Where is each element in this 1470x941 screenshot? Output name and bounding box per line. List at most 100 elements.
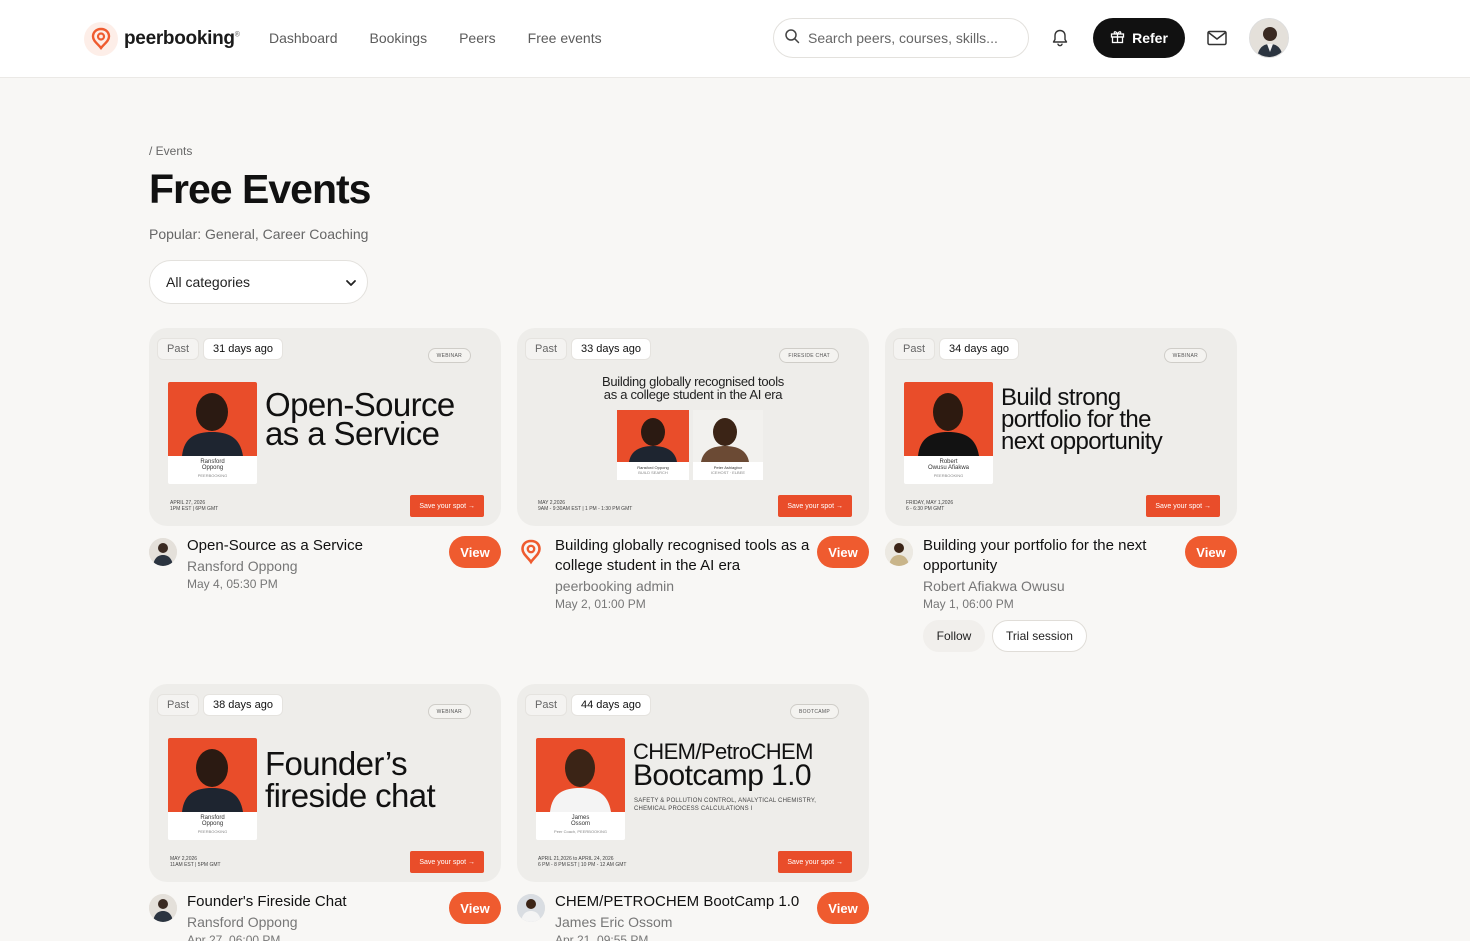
- event-host[interactable]: Robert Afiakwa Owusu: [923, 576, 1185, 596]
- host-avatar: [517, 894, 545, 922]
- speaker-photo: James Ossom Peer Coach, PEERBOOKING: [536, 738, 625, 840]
- event-date: Apr 21, 09:55 PM: [555, 933, 649, 941]
- event-date: May 4, 05:30 PM: [187, 577, 278, 591]
- event-thumbnail[interactable]: Past 44 days ago BOOTCAMP James Ossom Peer…: [517, 684, 869, 882]
- event-host[interactable]: Ransford Oppong: [187, 556, 449, 576]
- thumbnail-title: Open-Source as a Service: [265, 386, 455, 452]
- host-avatar: [149, 538, 177, 566]
- view-button[interactable]: View: [449, 536, 501, 568]
- save-spot-graphic: Save your spot →: [410, 495, 484, 517]
- event-date: Apr 27, 06:00 PM: [187, 933, 281, 941]
- breadcrumb[interactable]: / Events: [149, 144, 192, 158]
- event-thumbnail[interactable]: Past 31 days ago WEBINAR Ransford Oppong P…: [149, 328, 501, 526]
- event-type-tag: FIRESIDE CHAT: [779, 348, 839, 363]
- event-info: CHEM/PETROCHEM BootCamp 1.0 James Eric O…: [555, 892, 817, 941]
- search-input[interactable]: [808, 30, 1008, 46]
- follow-button[interactable]: Follow: [923, 620, 985, 652]
- top-navigation-bar: peerbooking® Dashboard Bookings Peers Fr…: [0, 0, 1470, 78]
- thumbnail-date: APRIL 21,2026 to APRIL 24, 2026 6 PM - 8 …: [538, 856, 627, 868]
- view-button[interactable]: View: [1185, 536, 1237, 568]
- event-card: Past 33 days ago FIRESIDE CHAT Building …: [517, 328, 869, 616]
- speaker-last-name: Oppong: [201, 821, 224, 827]
- event-date: May 2, 01:00 PM: [555, 597, 646, 611]
- status-badge: Past: [525, 694, 568, 716]
- event-card: Past 38 days ago WEBINAR Ransford Oppong P…: [149, 684, 501, 941]
- thumbnail-date: MAY 2,2026 9AM - 9:30AM EST | 1 PM - 1:30…: [538, 500, 633, 512]
- event-title[interactable]: Building globally recognised tools as a …: [555, 536, 817, 576]
- event-type-tag: WEBINAR: [1163, 348, 1207, 363]
- days-ago-badge: 31 days ago: [203, 338, 283, 360]
- event-title[interactable]: Building your portfolio for the next opp…: [923, 536, 1185, 576]
- event-thumbnail[interactable]: Past 38 days ago WEBINAR Ransford Oppong P…: [149, 684, 501, 882]
- speaker-photo: Robert Owusu Afiakwa PEERBOOKING: [904, 382, 993, 484]
- event-title[interactable]: Founder's Fireside Chat: [187, 892, 449, 912]
- category-select[interactable]: All categories: [149, 260, 368, 304]
- thumbnail-title: Building globally recognised tools as a c…: [601, 374, 785, 402]
- save-spot-graphic: Save your spot →: [1146, 495, 1220, 517]
- brand-name: peerbooking®: [124, 28, 240, 49]
- days-ago-badge: 34 days ago: [939, 338, 1019, 360]
- thumbnail-date: MAY 2,2026 11AM EST | 5PM GMT: [170, 856, 221, 868]
- days-ago-badge: 44 days ago: [571, 694, 651, 716]
- thumbnail-subtitle: SAFETY & POLLUTION CONTROL, ANALYTICAL C…: [634, 798, 817, 812]
- status-badge: Past: [525, 338, 568, 360]
- event-title[interactable]: Open-Source as a Service: [187, 536, 449, 556]
- trial-session-button[interactable]: Trial session: [992, 620, 1087, 652]
- event-info: Building globally recognised tools as a …: [555, 536, 817, 612]
- thumbnail-date: APRIL 27, 2026 1PM EST | 6PM GMT: [170, 500, 219, 512]
- speaker-photo: Ransford Oppong BUILD SEARCH: [617, 410, 689, 480]
- search-icon: [784, 28, 800, 49]
- brand-logo[interactable]: peerbooking®: [84, 22, 240, 56]
- speaker-photo: Peter Ashiagbor ICEHOST · ELBEE: [693, 410, 763, 480]
- view-button[interactable]: View: [449, 892, 501, 924]
- status-badge: Past: [157, 338, 200, 360]
- speaker-last-name: Oppong: [201, 465, 224, 471]
- chevron-down-icon: [345, 274, 357, 290]
- nav-bookings[interactable]: Bookings: [370, 30, 428, 46]
- speaker-last-name: Ossom: [570, 821, 590, 827]
- messages-mail-icon[interactable]: [1206, 28, 1228, 53]
- popular-categories: Popular: General, Career Coaching: [149, 226, 369, 242]
- event-host[interactable]: peerbooking admin: [555, 576, 817, 596]
- view-button[interactable]: View: [817, 536, 869, 568]
- view-button[interactable]: View: [817, 892, 869, 924]
- event-date: May 1, 06:00 PM: [923, 597, 1014, 611]
- speaker-org: PEERBOOKING: [197, 473, 228, 478]
- event-title[interactable]: CHEM/PETROCHEM BootCamp 1.0: [555, 892, 817, 912]
- refer-button[interactable]: Refer: [1093, 18, 1185, 58]
- event-card: Past 44 days ago BOOTCAMP James Ossom Peer…: [517, 684, 869, 941]
- main-nav: Dashboard Bookings Peers Free events: [269, 30, 602, 46]
- event-thumbnail[interactable]: Past 33 days ago FIRESIDE CHAT Building …: [517, 328, 869, 526]
- peerbooking-logo-icon: [517, 538, 545, 566]
- event-card: Past 34 days ago WEBINAR Robert Owusu Afi…: [885, 328, 1237, 652]
- user-avatar[interactable]: [1249, 18, 1289, 58]
- refer-label: Refer: [1132, 30, 1168, 46]
- days-ago-badge: 38 days ago: [203, 694, 283, 716]
- event-type-tag: BOOTCAMP: [789, 704, 839, 719]
- status-badge: Past: [893, 338, 936, 360]
- event-thumbnail[interactable]: Past 34 days ago WEBINAR Robert Owusu Afi…: [885, 328, 1237, 526]
- peerbooking-logo-icon: [84, 22, 118, 56]
- search-box: [773, 18, 1029, 58]
- thumbnail-title: Founder’s fireside chat: [265, 745, 436, 814]
- speaker-photo: Ransford Oppong PEERBOOKING: [168, 738, 257, 840]
- event-type-tag: WEBINAR: [427, 348, 471, 363]
- event-host[interactable]: Ransford Oppong: [187, 912, 449, 932]
- speaker-org: PEERBOOKING: [933, 473, 964, 478]
- host-avatar: [885, 538, 913, 566]
- nav-dashboard[interactable]: Dashboard: [269, 30, 338, 46]
- speaker-last-name: Owusu Afiakwa: [927, 465, 970, 471]
- host-avatar: [149, 894, 177, 922]
- speaker-org: PEERBOOKING: [197, 829, 228, 834]
- event-host[interactable]: James Eric Ossom: [555, 912, 817, 932]
- thumbnail-title: CHEM/PetroCHEM Bootcamp 1.0: [633, 739, 813, 792]
- event-type-tag: WEBINAR: [427, 704, 471, 719]
- event-card: Past 31 days ago WEBINAR Ransford Oppong P…: [149, 328, 501, 616]
- nav-free-events[interactable]: Free events: [528, 30, 602, 46]
- status-badge: Past: [157, 694, 200, 716]
- speaker-photo: Ransford Oppong PEERBOOKING: [168, 382, 257, 484]
- notifications-bell-icon[interactable]: [1050, 28, 1070, 53]
- speaker-org: Peer Coach, PEERBOOKING: [554, 829, 607, 834]
- nav-peers[interactable]: Peers: [459, 30, 496, 46]
- save-spot-graphic: Save your spot →: [778, 495, 852, 517]
